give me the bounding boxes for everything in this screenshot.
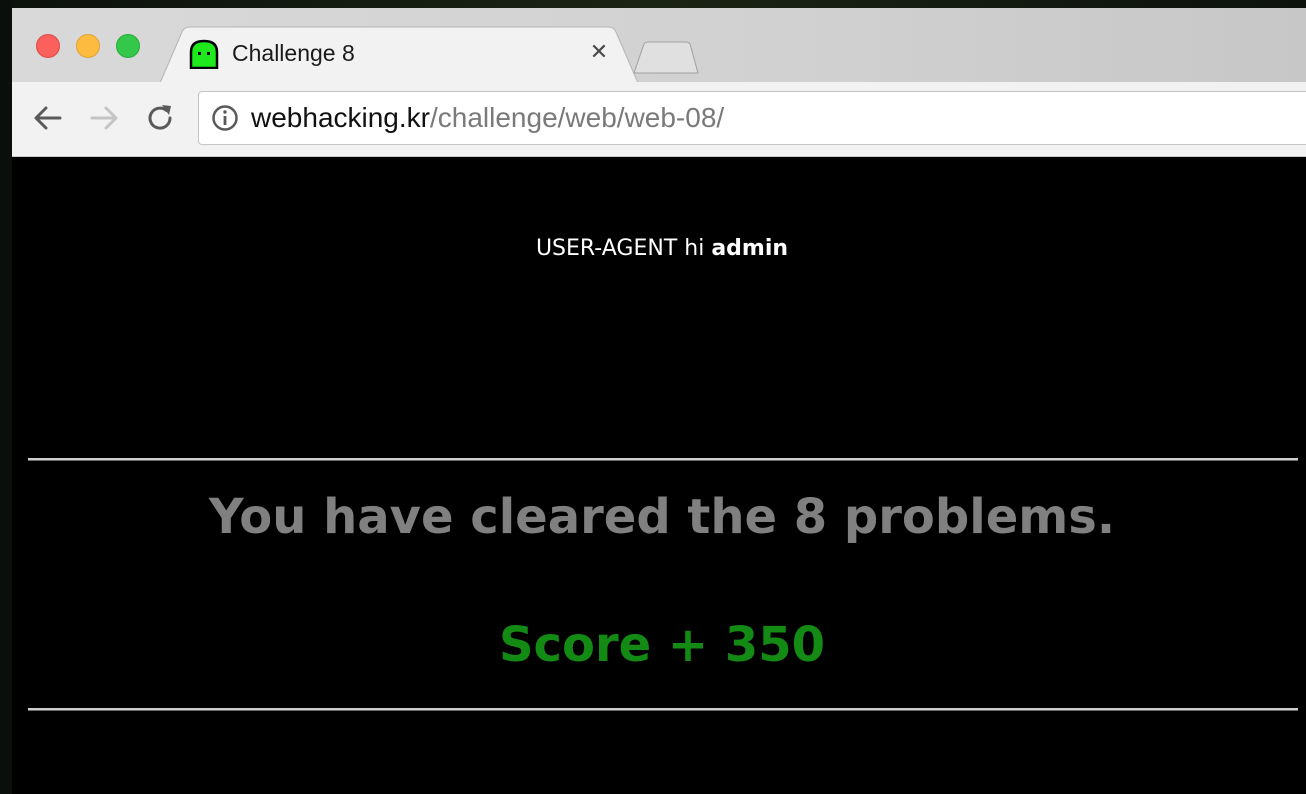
url-path: /challenge/web/web-08/ bbox=[429, 102, 725, 133]
back-arrow-icon[interactable] bbox=[30, 100, 66, 136]
desktop-background bbox=[0, 0, 1306, 8]
window-maximize-button[interactable] bbox=[116, 34, 140, 58]
cleared-message: You have cleared the 8 problems. bbox=[208, 489, 1116, 545]
browser-toolbar: webhacking.kr/challenge/web/web-08/ bbox=[12, 82, 1306, 157]
tab-challenge-8[interactable]: Challenge 8 ✕ bbox=[160, 26, 638, 84]
address-bar-url[interactable]: webhacking.kr/challenge/web/web-08/ bbox=[251, 102, 724, 134]
tab-strip: Challenge 8 ✕ bbox=[12, 8, 1306, 84]
reload-icon[interactable] bbox=[142, 100, 178, 136]
info-icon[interactable] bbox=[211, 104, 239, 132]
window-minimize-button[interactable] bbox=[76, 34, 100, 58]
desktop-background-left bbox=[0, 0, 12, 794]
forward-arrow-icon[interactable] bbox=[86, 100, 122, 136]
address-bar[interactable]: webhacking.kr/challenge/web/web-08/ bbox=[198, 91, 1306, 145]
ua-username: admin bbox=[711, 236, 789, 261]
green-ghost-icon bbox=[189, 39, 219, 69]
tab-close-icon[interactable]: ✕ bbox=[584, 38, 614, 68]
divider-top bbox=[28, 458, 1298, 461]
url-host: webhacking.kr bbox=[251, 102, 430, 133]
user-agent-greeting: USER-AGENT hi admin bbox=[12, 235, 1306, 263]
window-close-button[interactable] bbox=[36, 34, 60, 58]
browser-window: Challenge 8 ✕ webhacking.kr/challenge/we… bbox=[12, 8, 1306, 794]
new-tab-button[interactable] bbox=[632, 40, 702, 74]
ua-prefix-text: USER-AGENT hi bbox=[535, 236, 712, 261]
score-message: Score + 350 bbox=[498, 617, 826, 673]
tab-title: Challenge 8 bbox=[232, 40, 355, 66]
page-content: USER-AGENT hi admin You have cleared the… bbox=[12, 157, 1306, 794]
divider-bottom bbox=[28, 708, 1298, 711]
